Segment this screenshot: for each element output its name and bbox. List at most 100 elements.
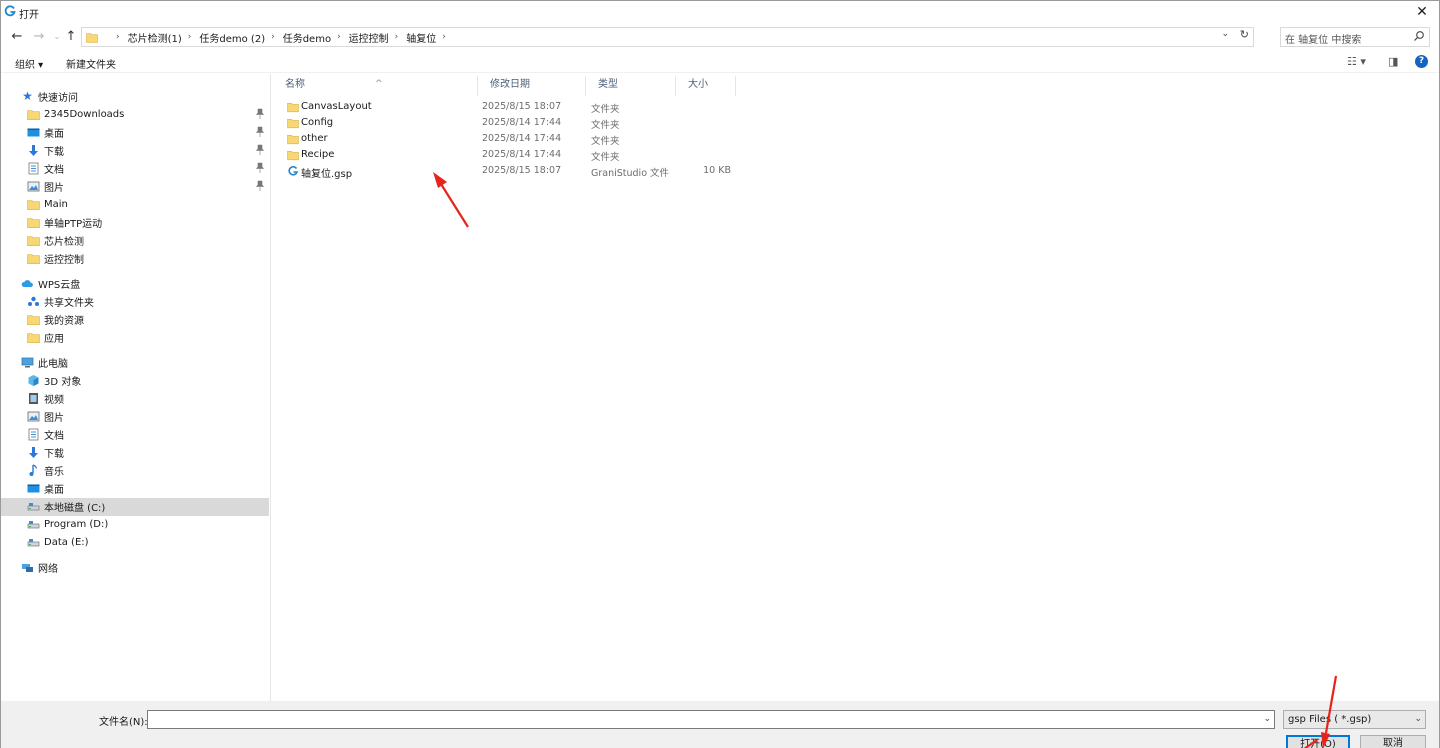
sidebar-item-quick-7[interactable]: 芯片检测	[1, 232, 269, 250]
file-name-panel: 文件名(N): ⌄ gsp Files ( *.gsp) ⌄	[1, 701, 1439, 748]
search-icon[interactable]	[1413, 30, 1425, 42]
folder-icon	[27, 216, 40, 229]
sidebar-item-wps-0[interactable]: 共享文件夹	[1, 292, 269, 310]
download-icon	[27, 144, 40, 157]
file-list: 名称 ^ 修改日期 类型 大小 CanvasLayout 2025/8/15 18…	[273, 74, 1439, 701]
sidebar-item-pc-2[interactable]: 图片	[1, 407, 269, 425]
filename-input[interactable]	[148, 711, 1248, 728]
file-modified-date: 2025/8/15 18:07	[482, 165, 562, 176]
sidebar-item-label: 芯片检测	[44, 237, 84, 249]
sidebar-item-wps-2[interactable]: 应用	[1, 328, 269, 346]
breadcrumb-item[interactable]: 任务demo ›	[283, 30, 349, 45]
sidebar-item-label: 3D 对象	[44, 376, 82, 388]
granistudio-file-icon	[287, 165, 299, 177]
file-row[interactable]: other 2025/8/14 17:44 文件夹	[273, 131, 743, 147]
chevron-down-icon[interactable]: ⌄	[1414, 714, 1422, 724]
picture-icon	[27, 410, 40, 423]
sidebar-item-quick-access[interactable]: ★ 快速访问	[1, 87, 269, 105]
search-input[interactable]: 在 轴复位 中搜索	[1280, 27, 1430, 47]
open-button[interactable]: 打开(O)	[1286, 735, 1350, 748]
column-header-size[interactable]: 大小	[676, 76, 736, 96]
file-modified-date: 2025/8/14 17:44	[482, 149, 562, 160]
sidebar-item-pc-6[interactable]: 桌面	[1, 480, 269, 498]
address-bar[interactable]: › 芯片检测(1) › 任务demo (2) › 任务demo › 运控控制 › 轴复位…	[81, 27, 1254, 47]
open-file-dialog: 打开 ✕ ← → ⌄ ↑ › 芯片检测(1) › 任务demo (2) › 任务de…	[0, 0, 1440, 748]
column-header-modified[interactable]: 修改日期	[478, 76, 586, 96]
drive-icon	[27, 536, 40, 549]
file-name: Recipe	[301, 149, 335, 160]
refresh-icon[interactable]: ↻	[1240, 28, 1249, 41]
breadcrumb-item[interactable]: 运控控制 ›	[349, 30, 407, 45]
sidebar-item-quick-5[interactable]: Main	[1, 196, 269, 214]
cancel-button[interactable]: 取消	[1360, 735, 1426, 748]
navigation-bar: ← → ⌄ ↑ › 芯片检测(1) › 任务demo (2) › 任务demo › 运…	[1, 25, 1439, 49]
breadcrumb-item[interactable]: 芯片检测(1) ›	[128, 30, 200, 45]
sidebar-item-quick-8[interactable]: 运控控制	[1, 250, 269, 268]
sidebar-item-pc-5[interactable]: 音乐	[1, 462, 269, 480]
pin-icon[interactable]	[255, 144, 265, 156]
sidebar-item-pc-3[interactable]: 文档	[1, 425, 269, 443]
sidebar-item-label: 运控控制	[44, 255, 84, 267]
sidebar-item-this-pc[interactable]: 此电脑	[1, 353, 269, 371]
help-icon[interactable]: ?	[1415, 55, 1428, 68]
file-row[interactable]: Recipe 2025/8/14 17:44 文件夹	[273, 147, 743, 163]
sidebar-item-pc-1[interactable]: 视频	[1, 389, 269, 407]
picture-icon	[27, 180, 40, 193]
sidebar-item-pc-7[interactable]: 本地磁盘 (C:)	[1, 497, 269, 516]
sidebar-item-wps-cloud[interactable]: WPS云盘	[1, 274, 269, 292]
3d-objects-icon	[27, 374, 40, 387]
file-row[interactable]: CanvasLayout 2025/8/15 18:07 文件夹	[273, 99, 743, 115]
sidebar-item-quick-6[interactable]: 单轴PTP运动	[1, 214, 269, 232]
sidebar-item-label: 本地磁盘 (C:)	[44, 503, 106, 515]
sidebar-item-pc-9[interactable]: Data (E:)	[1, 534, 269, 552]
file-name: 轴复位.gsp	[301, 169, 353, 180]
new-folder-button[interactable]: 新建文件夹	[66, 56, 116, 71]
forward-arrow-icon[interactable]: →	[31, 28, 47, 46]
column-header-type[interactable]: 类型	[586, 76, 676, 96]
view-options-icon[interactable]: ☷ ▾	[1347, 55, 1366, 68]
file-type: 文件夹	[591, 104, 620, 115]
star-icon: ★	[22, 88, 33, 103]
column-header-name[interactable]: 名称 ^	[273, 76, 478, 96]
sidebar-item-quick-3[interactable]: 文档	[1, 159, 269, 177]
sidebar-item-label: 下载	[44, 448, 64, 460]
sidebar-item-quick-1[interactable]: 桌面	[1, 123, 269, 141]
sidebar-item-label: 我的资源	[44, 315, 84, 327]
pin-icon[interactable]	[255, 162, 265, 174]
back-arrow-icon[interactable]: ←	[9, 28, 25, 46]
sidebar-item-network[interactable]: 网络	[1, 558, 269, 576]
granistudio-app-icon	[4, 5, 16, 17]
sidebar-item-pc-0[interactable]: 3D 对象	[1, 371, 269, 389]
up-arrow-icon[interactable]: ↑	[63, 28, 79, 46]
sidebar-item-wps-1[interactable]: 我的资源	[1, 310, 269, 328]
close-icon[interactable]: ✕	[1413, 3, 1431, 21]
breadcrumb-item[interactable]: 轴复位 ›	[406, 30, 454, 45]
filename-field[interactable]: ⌄	[147, 710, 1275, 729]
sidebar-item-pc-4[interactable]: 下载	[1, 443, 269, 461]
filename-dropdown-chevron-icon[interactable]: ⌄	[1263, 714, 1271, 724]
file-row[interactable]: Config 2025/8/14 17:44 文件夹	[273, 115, 743, 131]
pin-icon[interactable]	[255, 180, 265, 192]
sidebar-item-label: 桌面	[44, 128, 64, 140]
preview-pane-icon[interactable]: ◨	[1388, 55, 1398, 68]
sidebar-item-pc-8[interactable]: Program (D:)	[1, 516, 269, 534]
download-icon	[27, 446, 40, 459]
address-dropdown-chevron-icon[interactable]: ⌄	[1221, 29, 1229, 39]
document-icon	[27, 162, 40, 175]
file-type-filter-select[interactable]: gsp Files ( *.gsp) ⌄	[1283, 710, 1426, 729]
file-row[interactable]: 轴复位.gsp 2025/8/15 18:07 GraniStudio 文件 10 K…	[273, 163, 743, 180]
sidebar-item-label: Program (D:)	[44, 519, 109, 531]
organize-button[interactable]: 组织 ▾	[15, 56, 43, 71]
pin-icon[interactable]	[255, 126, 265, 138]
file-name: Config	[301, 117, 334, 128]
folder-icon	[27, 108, 40, 121]
sidebar-item-quick-0[interactable]: 2345Downloads	[1, 105, 269, 123]
file-size: 10 KB	[703, 165, 731, 176]
shared-folder-icon	[27, 295, 40, 308]
pin-icon[interactable]	[255, 108, 265, 120]
sidebar-item-quick-4[interactable]: 图片	[1, 177, 269, 195]
file-modified-date: 2025/8/14 17:44	[482, 117, 562, 128]
sidebar-item-quick-2[interactable]: 下载	[1, 141, 269, 159]
file-name: CanvasLayout	[301, 101, 372, 112]
breadcrumb-item[interactable]: 任务demo (2) ›	[199, 30, 282, 45]
